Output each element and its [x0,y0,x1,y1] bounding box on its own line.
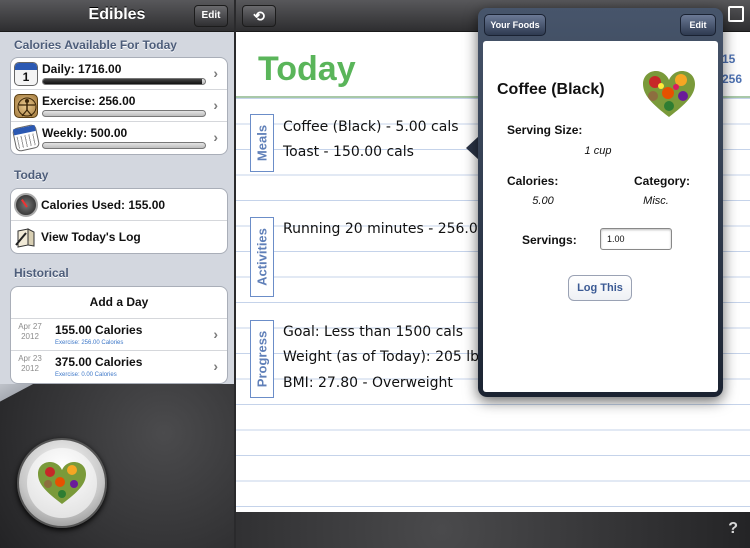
calories-used-row[interactable]: Calories Used: 155.00 [11,189,227,221]
view-log-label: View Today's Log [41,230,141,244]
calories-label: Calories: [507,174,559,188]
meal-entry[interactable]: Coffee (Black) - 5.00 cals [283,119,459,135]
history-date: Apr 27 2012 [18,322,42,341]
bottom-toolbar: ? [236,512,750,548]
meal-entry[interactable]: Toast - 150.00 cals [283,144,414,160]
history-calories: 375.00 Calories [55,355,143,369]
calendar-icon: 1 [14,62,38,86]
activity-entry[interactable]: Running 20 minutes - 256.00 [283,221,487,237]
weekly-label: Weekly: 500.00 [42,126,128,140]
chevron-right-icon: › [213,326,218,342]
category-value: Misc. [643,195,669,207]
heart-food-icon [641,69,697,124]
gauge-icon [14,193,38,217]
tab-activities[interactable]: Activities [250,217,274,297]
food-detail: Coffee (Black) Serving Size: 1 cup Calor… [483,41,718,392]
sidebar-list: Calories Available For Today 1 Daily: 17… [0,32,234,384]
section-header-historical: Historical [14,266,69,280]
servings-input[interactable]: 1.00 [600,228,672,250]
category-label: Category: [634,174,691,188]
log-this-button[interactable]: Log This [568,275,632,301]
partial-number: 15 [722,52,736,66]
add-day-row[interactable]: Add a Day [11,287,227,319]
servings-label: Servings: [522,233,577,247]
notebook-icon [14,225,38,249]
daily-row[interactable]: 1 Daily: 1716.00 › [11,58,227,90]
sidebar: Edibles Edit Calories Available For Toda… [0,0,234,548]
weekly-progress-bar [42,142,206,149]
popover-edit-button[interactable]: Edit [680,14,716,36]
serving-size-label: Serving Size: [507,123,583,137]
weekly-row[interactable]: Weekly: 500.00 › [11,122,227,154]
food-name: Coffee (Black) [497,81,605,98]
sidebar-navbar: Edibles Edit [0,0,234,32]
tab-meals[interactable]: Meals [250,114,274,172]
history-calories: 155.00 Calories [55,323,143,337]
refresh-icon: ⟲ [253,8,265,24]
daily-progress-bar [42,78,206,85]
section-header-today: Today [14,168,49,182]
chevron-right-icon: › [213,358,218,374]
refresh-button[interactable]: ⟲ [242,5,276,27]
history-date: Apr 23 2012 [18,354,42,373]
view-log-row[interactable]: View Today's Log [11,221,227,253]
partial-number: 256 [722,72,743,86]
exercise-label: Exercise: 256.00 [42,94,136,108]
calories-used-label: Calories Used: 155.00 [41,198,166,212]
chevron-right-icon: › [213,97,218,113]
chevron-right-icon: › [213,129,218,145]
history-row[interactable]: Apr 27 2012 155.00 Calories Exercise: 256… [11,319,227,351]
calories-value: 5.00 [532,195,554,207]
daily-label: Daily: 1716.00 [42,62,122,76]
leather-footer [0,384,234,548]
compose-icon[interactable] [728,6,744,22]
progress-bmi: BMI: 27.80 - Overweight [283,375,453,391]
chevron-right-icon: › [213,65,218,81]
exercise-row[interactable]: Exercise: 256.00 › [11,90,227,122]
available-group: 1 Daily: 1716.00 › Exercise: 256.00 › We… [10,57,228,155]
historical-group: Add a Day Apr 27 2012 155.00 Calories Exe… [10,286,228,384]
app-home-button[interactable] [17,438,107,528]
progress-weight: Weight (as of Today): 205 lbs. [283,349,491,365]
page-title: Today [258,50,356,88]
today-group: Calories Used: 155.00 View Today's Log [10,188,228,254]
food-popover: Your Foods Edit Coffee (Black) Serving S… [478,8,723,397]
your-foods-button[interactable]: Your Foods [484,14,546,36]
section-header-available: Calories Available For Today [14,38,177,52]
tab-progress[interactable]: Progress [250,320,274,398]
history-exercise: Exercise: 0.00 Calories [55,372,117,378]
history-row[interactable]: Apr 23 2012 375.00 Calories Exercise: 0.0… [11,351,227,383]
add-day-label: Add a Day [89,295,149,309]
serving-size-value: 1 cup [584,145,612,157]
progress-goal: Goal: Less than 1500 cals [283,324,464,340]
sidebar-edit-button[interactable]: Edit [194,5,228,27]
week-calendar-icon [11,123,41,153]
heart-logo-icon [27,448,97,518]
exercise-progress-bar [42,110,206,117]
vitruvian-man-icon [14,94,38,118]
help-icon[interactable]: ? [728,520,738,538]
history-exercise: Exercise: 256.00 Calories [55,340,124,346]
